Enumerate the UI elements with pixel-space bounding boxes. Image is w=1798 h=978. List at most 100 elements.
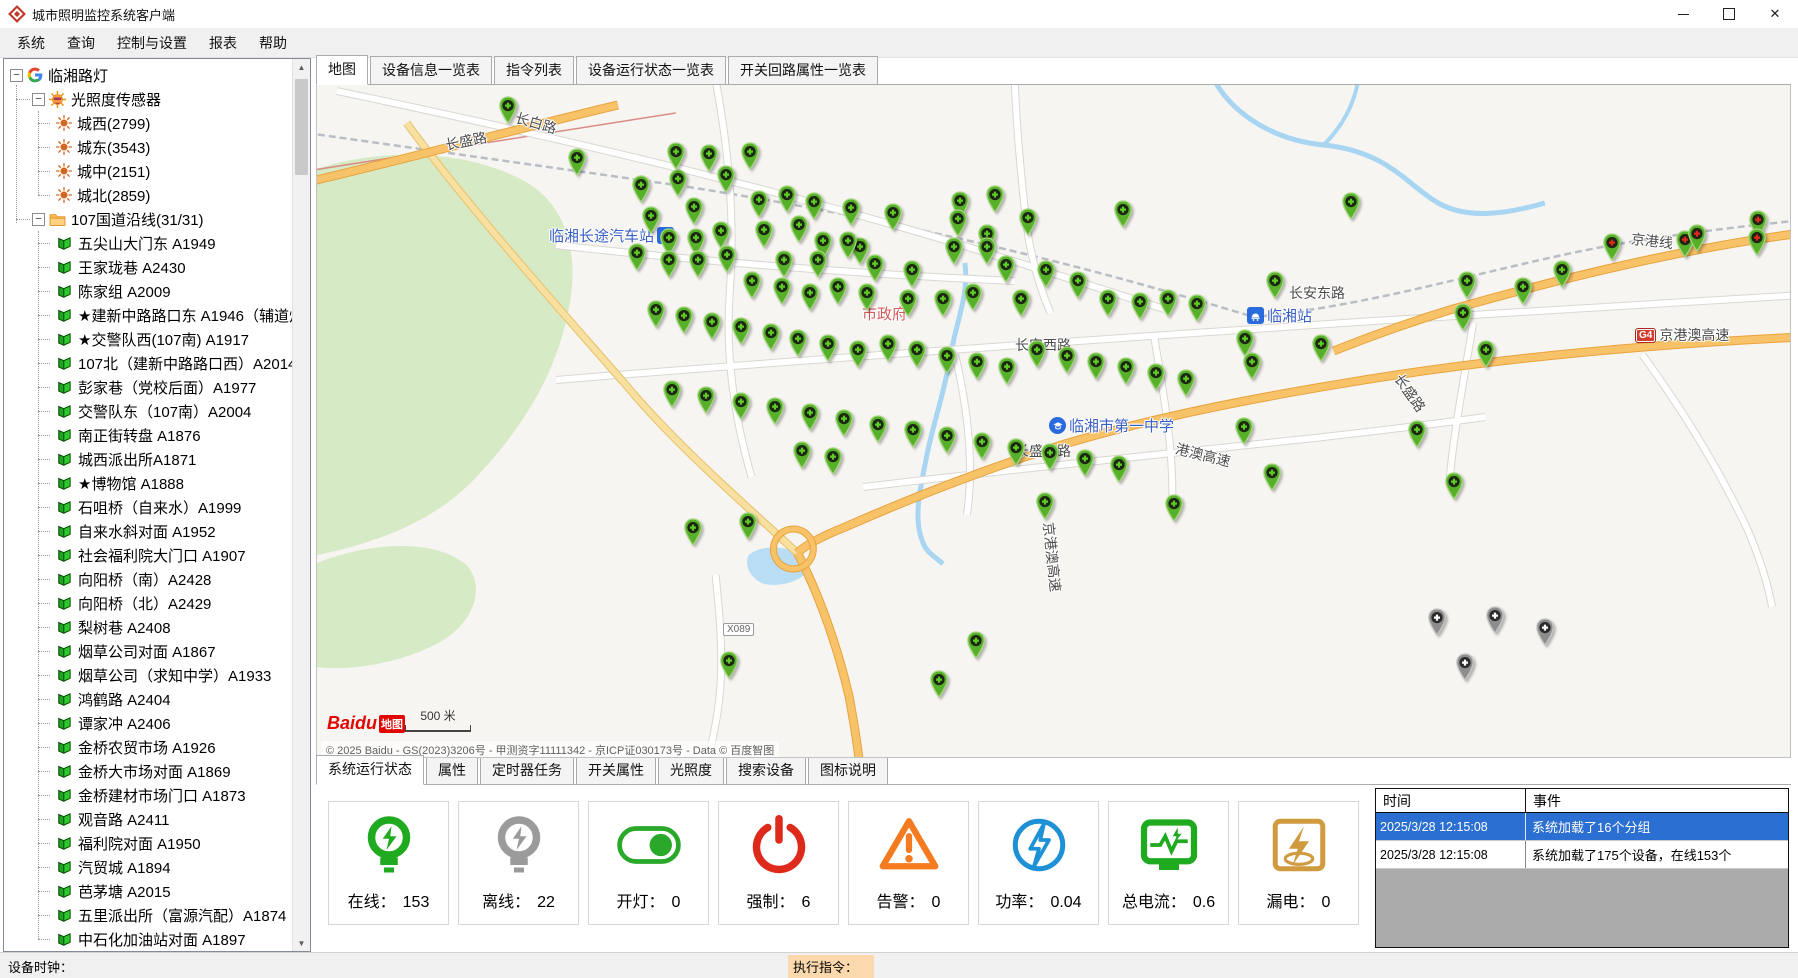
minimize-button[interactable] bbox=[1660, 0, 1706, 28]
sun-icon bbox=[56, 115, 72, 131]
tree-item[interactable]: 城西派出所A1871 bbox=[4, 447, 310, 471]
menu-item[interactable]: 帮助 bbox=[248, 30, 298, 56]
card-label: 漏电： bbox=[1267, 888, 1315, 912]
scrollbar-up-icon[interactable]: ▲ bbox=[293, 59, 310, 75]
card-value: 0.04 bbox=[1050, 894, 1081, 912]
bottom-tab-5[interactable]: 搜索设备 bbox=[726, 756, 806, 784]
tree-item[interactable]: 彭家巷（党校后面）A1977 bbox=[4, 375, 310, 399]
device-icon bbox=[56, 595, 73, 612]
expand-collapse-box[interactable]: − bbox=[32, 93, 45, 106]
device-icon bbox=[56, 787, 73, 804]
tree-item[interactable]: 社会福利院大门口 A1907 bbox=[4, 543, 310, 567]
online-bulb-icon bbox=[359, 802, 419, 888]
bottom-tab-2[interactable]: 定时器任务 bbox=[480, 756, 574, 784]
bottom-tab-6[interactable]: 图标说明 bbox=[808, 756, 888, 784]
tree-item[interactable]: 城西(2799) bbox=[4, 111, 310, 135]
event-log-table[interactable]: 时间 事件 2025/3/28 12:15:08系统加载了16个分组2025/3… bbox=[1375, 788, 1789, 948]
event-log-row[interactable]: 2025/3/28 12:15:08系统加载了16个分组 bbox=[1376, 813, 1788, 841]
scrollbar-down-icon[interactable]: ▼ bbox=[293, 935, 310, 951]
tree-item[interactable]: 谭家冲 A2406 bbox=[4, 711, 310, 735]
maximize-button[interactable] bbox=[1706, 0, 1752, 28]
tree-item[interactable]: 南正街转盘 A1876 bbox=[4, 423, 310, 447]
device-clock-label: 设备时钟： bbox=[8, 957, 73, 976]
tree-item-label: 观音路 A2411 bbox=[78, 809, 169, 830]
power-bolt-icon bbox=[1009, 802, 1069, 888]
tree-root[interactable]: −临湘路灯 bbox=[4, 63, 310, 87]
card-value: 0.6 bbox=[1193, 894, 1215, 912]
tree-item[interactable]: 汽贸城 A1894 bbox=[4, 855, 310, 879]
card-online: 在线：153 bbox=[328, 801, 449, 925]
expand-collapse-box[interactable]: − bbox=[32, 213, 45, 226]
tree-item[interactable]: 石咀桥（自来水）A1999 bbox=[4, 495, 310, 519]
menu-item[interactable]: 控制与设置 bbox=[106, 30, 198, 56]
tree-item[interactable]: 城中(2151) bbox=[4, 159, 310, 183]
device-icon bbox=[56, 619, 73, 636]
card-forced: 强制：6 bbox=[718, 801, 839, 925]
tree-item[interactable]: ★博物馆 A1888 bbox=[4, 471, 310, 495]
card-value: 6 bbox=[802, 894, 811, 912]
tree-item-label: 五里派出所（富源汽配）A1874 bbox=[78, 905, 286, 926]
tree-item[interactable]: 金桥农贸市场 A1926 bbox=[4, 735, 310, 759]
event-col-time: 时间 bbox=[1376, 789, 1526, 812]
tree-item[interactable]: 芭茅塘 A2015 bbox=[4, 879, 310, 903]
tree-item[interactable]: ★建新中路路口东 A1946（辅道灯） bbox=[4, 303, 310, 327]
tree-item-label: 金桥大市场对面 A1869 bbox=[78, 761, 231, 782]
tree-item[interactable]: 向阳桥（北）A2429 bbox=[4, 591, 310, 615]
tree-item[interactable]: 城北(2859) bbox=[4, 183, 310, 207]
tree-item[interactable]: 金桥大市场对面 A1869 bbox=[4, 759, 310, 783]
tree-item[interactable]: 五尖山大门东 A1949 bbox=[4, 231, 310, 255]
card-lamp-on: 开灯：0 bbox=[588, 801, 709, 925]
menu-item[interactable]: 报表 bbox=[198, 30, 248, 56]
map-tab-0[interactable]: 地图 bbox=[316, 55, 368, 85]
tree-item-label: 社会福利院大门口 A1907 bbox=[78, 545, 246, 566]
bottom-tab-1[interactable]: 属性 bbox=[426, 756, 478, 784]
tree-item[interactable]: 烟草公司对面 A1867 bbox=[4, 639, 310, 663]
tree-item[interactable]: 五里派出所（富源汽配）A1874 bbox=[4, 903, 310, 927]
tree-item[interactable]: 烟草公司（求知中学）A1933 bbox=[4, 663, 310, 687]
tree-item[interactable]: 鸿鹤路 A2404 bbox=[4, 687, 310, 711]
tree-item[interactable]: 交警队东（107南）A2004 bbox=[4, 399, 310, 423]
tree-item[interactable]: 自来水斜对面 A1952 bbox=[4, 519, 310, 543]
tree-group-0[interactable]: −光照度传感器 bbox=[4, 87, 310, 111]
sun-icon bbox=[56, 163, 72, 179]
map-tab-2[interactable]: 指令列表 bbox=[494, 56, 574, 84]
tree-item-label: 五尖山大门东 A1949 bbox=[78, 233, 216, 254]
device-icon bbox=[56, 691, 73, 708]
tree-group-1[interactable]: − 107国道沿线(31/31) bbox=[4, 207, 310, 231]
tree-item[interactable]: 金桥建材市场门口 A1873 bbox=[4, 783, 310, 807]
tree-item[interactable]: 王家珑巷 A2430 bbox=[4, 255, 310, 279]
tree-item[interactable]: 观音路 A2411 bbox=[4, 807, 310, 831]
menubar: 系统查询控制与设置报表帮助 bbox=[0, 29, 1798, 58]
tree-item[interactable]: 中石化加油站对面 A1897 bbox=[4, 927, 310, 951]
event-log-rows: 2025/3/28 12:15:08系统加载了16个分组2025/3/28 12… bbox=[1376, 813, 1788, 869]
menu-item[interactable]: 系统 bbox=[6, 30, 56, 56]
tree-scrollbar[interactable]: ▲ ▼ bbox=[292, 59, 310, 951]
tree-item[interactable]: 梨树巷 A2408 bbox=[4, 615, 310, 639]
app-logo-icon bbox=[8, 5, 26, 23]
map-tab-3[interactable]: 设备运行状态一览表 bbox=[576, 56, 726, 84]
tree-item[interactable]: 福利院对面 A1950 bbox=[4, 831, 310, 855]
map-canvas[interactable]: 长白路长盛路临湘长途汽车站市政府长安西路长安东路临湘站临湘市第一中学长盛中路长盛… bbox=[316, 85, 1791, 758]
map-tab-1[interactable]: 设备信息一览表 bbox=[370, 56, 492, 84]
tree-item[interactable]: 城东(3543) bbox=[4, 135, 310, 159]
power-icon bbox=[749, 802, 809, 888]
scrollbar-thumb[interactable] bbox=[295, 79, 308, 175]
titlebar: 城市照明监控系统客户端 ✕ bbox=[0, 0, 1798, 29]
bottom-tab-3[interactable]: 开关属性 bbox=[576, 756, 656, 784]
map-tab-4[interactable]: 开关回路属性一览表 bbox=[728, 56, 878, 84]
tree-item[interactable]: 陈家组 A2009 bbox=[4, 279, 310, 303]
bottom-tab-0[interactable]: 系统运行状态 bbox=[316, 755, 424, 785]
close-button[interactable]: ✕ bbox=[1752, 0, 1798, 28]
status-cards: 在线：153 离线：22 开灯：0 bbox=[316, 785, 1367, 925]
tree-item-label: 107国道沿线(31/31) bbox=[71, 209, 204, 230]
bottom-tab-4[interactable]: 光照度 bbox=[658, 756, 724, 784]
expand-collapse-box[interactable]: − bbox=[10, 69, 23, 82]
tree-item[interactable]: ★交警队西(107南) A1917 bbox=[4, 327, 310, 351]
event-log-row[interactable]: 2025/3/28 12:15:08系统加载了175个设备，在线153个 bbox=[1376, 841, 1788, 869]
tree-item-label: 中石化加油站对面 A1897 bbox=[78, 929, 246, 950]
menu-item[interactable]: 查询 bbox=[56, 30, 106, 56]
tree-item-label: 城北(2859) bbox=[77, 185, 150, 206]
tree-item[interactable]: 107北（建新中路路口西）A2014 bbox=[4, 351, 310, 375]
tree-item[interactable]: 向阳桥（南）A2428 bbox=[4, 567, 310, 591]
event-time: 2025/3/28 12:15:08 bbox=[1376, 813, 1526, 840]
